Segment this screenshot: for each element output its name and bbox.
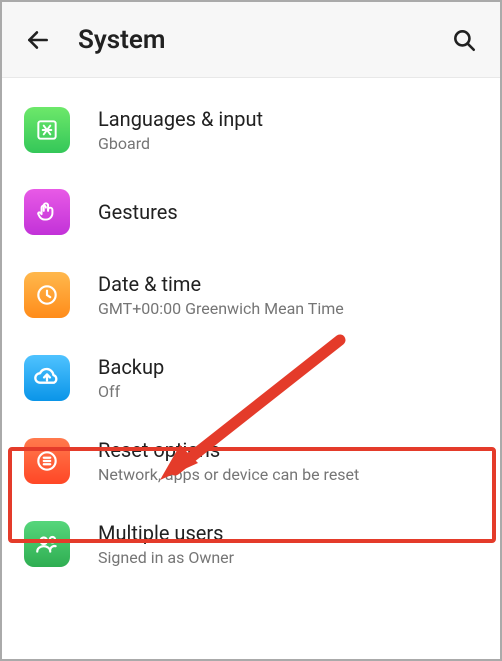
item-multiple-users[interactable]: Multiple users Signed in as Owner (2, 502, 500, 585)
item-languages-input[interactable]: Languages & input Gboard (2, 88, 500, 171)
gestures-icon (24, 189, 70, 235)
languages-icon (24, 107, 70, 153)
back-button[interactable] (18, 20, 58, 60)
item-gestures[interactable]: Gestures (2, 171, 500, 253)
page-title: System (78, 25, 444, 55)
item-reset-options[interactable]: Reset options Network, apps or device ca… (2, 419, 500, 502)
item-sub: GMT+00:00 Greenwich Mean Time (98, 299, 344, 318)
reset-icon (24, 438, 70, 484)
item-sub: Signed in as Owner (98, 548, 234, 567)
item-title: Gestures (98, 199, 178, 225)
item-title: Multiple users (98, 520, 234, 546)
search-icon (451, 27, 477, 53)
search-button[interactable] (444, 20, 484, 60)
settings-list: Languages & input Gboard Gestures Date &… (2, 78, 500, 585)
item-title: Reset options (98, 437, 359, 463)
item-date-time[interactable]: Date & time GMT+00:00 Greenwich Mean Tim… (2, 253, 500, 336)
item-title: Backup (98, 354, 164, 380)
item-sub: Off (98, 382, 164, 401)
item-title: Date & time (98, 271, 344, 297)
header-bar: System (2, 2, 500, 78)
clock-icon (24, 272, 70, 318)
item-backup[interactable]: Backup Off (2, 336, 500, 419)
back-arrow-icon (25, 27, 51, 53)
backup-icon (24, 355, 70, 401)
item-sub: Gboard (98, 134, 263, 153)
users-icon (24, 521, 70, 567)
item-title: Languages & input (98, 106, 263, 132)
item-sub: Network, apps or device can be reset (98, 465, 359, 484)
